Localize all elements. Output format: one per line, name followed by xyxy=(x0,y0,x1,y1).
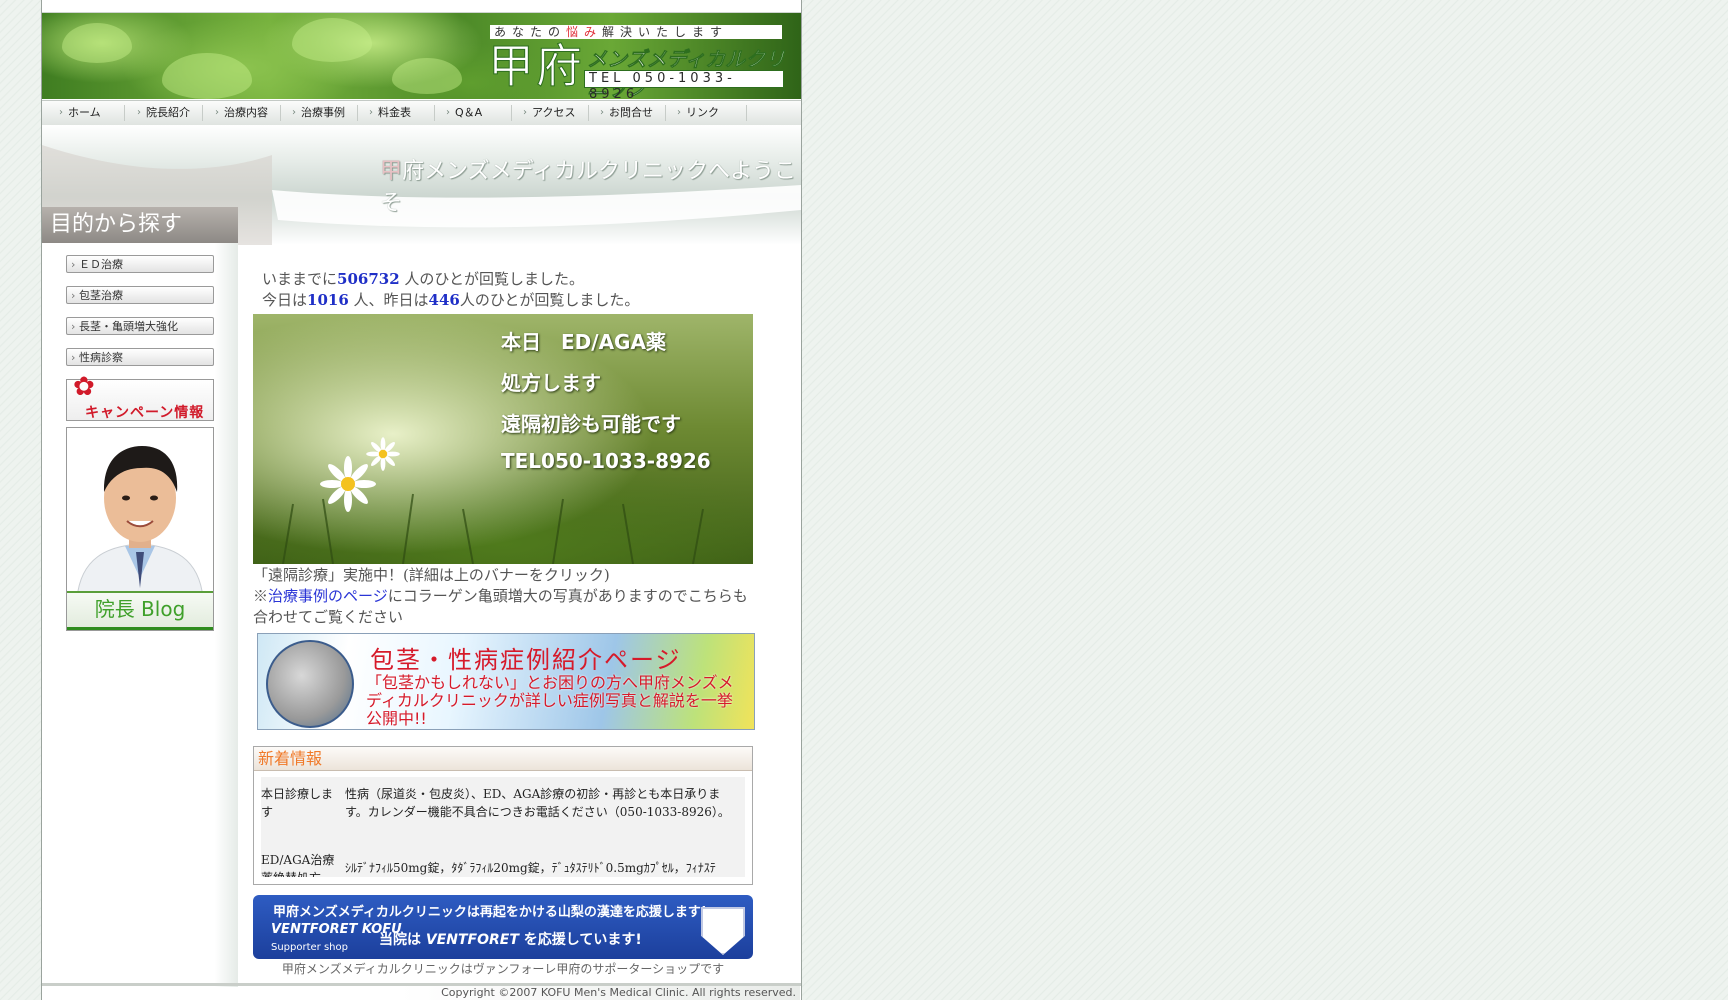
nav-treatments[interactable]: 治療内容 xyxy=(212,105,281,121)
banner-line-2: 処方します xyxy=(501,371,601,395)
nav-contact[interactable]: お問合せ xyxy=(597,105,666,121)
sidebar-item-ed[interactable]: ＥＤ治療 xyxy=(66,255,214,274)
supporter-shop-label: Supporter shop xyxy=(271,942,348,953)
main-nav: ホーム 院長紹介 治療内容 治療事例 料金表 Q＆A アクセス お問合せ リンク xyxy=(42,100,801,126)
nav-home[interactable]: ホーム xyxy=(56,105,125,121)
sidebar-item-phimosis[interactable]: 包茎治療 xyxy=(66,286,214,305)
director-blog-banner[interactable]: 院長 Blog xyxy=(66,427,214,631)
remote-consultation-banner[interactable]: 本日 ED/AGA薬 処方します 遠隔初診も可能です TEL050-1033-8… xyxy=(253,314,753,564)
campaign-label: キャンペーン情報 xyxy=(85,405,205,421)
ventforet-banner-main: 当院は VENTFORET を応援しています! xyxy=(379,932,642,948)
nav-links[interactable]: リンク xyxy=(674,105,747,121)
visitor-counter-total: いままでに506732 人のひとが回覧しました。 xyxy=(262,270,584,288)
sidebar-item-enlargement[interactable]: 長茎・亀頭増大強化 xyxy=(66,317,214,336)
leaf-decoration xyxy=(392,58,462,94)
banner-line-3: 遠隔初診も可能です xyxy=(501,412,681,436)
nav-director[interactable]: 院長紹介 xyxy=(134,105,203,121)
news-text: ｼﾙﾃﾞﾅﾌｨﾙ50mg錠，ﾀﾀﾞﾗﾌｨﾙ20mg錠，ﾃﾞｭﾀｽﾃﾘﾄﾞ0.5m… xyxy=(345,861,716,875)
ventforet-supporter-banner[interactable]: 甲府メンズメディカルクリニックは再起をかける山梨の漢達を応援します! VENTF… xyxy=(253,895,753,959)
header-tagline: あなたの悩み解決いたします xyxy=(490,25,782,39)
logo-kanji[interactable]: 甲府 xyxy=(488,41,584,92)
campaign-button[interactable]: ✿ キャンペーン情報 xyxy=(66,374,214,421)
leaf-decoration xyxy=(292,18,372,62)
phimosis-cases-banner[interactable]: 包茎・性病症例紹介ページ 「包茎かもしれない」とお困りの方へ甲府メンズメディカル… xyxy=(257,633,755,730)
visitor-counter-today: 今日は1016 人、昨日は446人のひとが回覧しました。 xyxy=(262,291,640,309)
ribbon-icon: ✿ xyxy=(73,372,95,402)
ventforet-banner-headline: 甲府メンズメディカルクリニックは再起をかける山梨の漢達を応援します! xyxy=(273,905,707,920)
notice-line-1: 「遠隔診療」実施中！(詳細は上のバナーをクリック) xyxy=(253,566,610,584)
ventforet-caption: 甲府メンズメディカルクリニックはヴァンフォーレ甲府のサポーターショップです xyxy=(281,962,725,976)
phimosis-banner-title: 包茎・性病症例紹介ページ xyxy=(370,646,682,674)
nav-access[interactable]: アクセス xyxy=(520,105,589,121)
cases-page-link[interactable]: 治療事例のページ xyxy=(268,587,388,605)
leaf-decoration xyxy=(162,53,252,99)
notice-line-2: ※治療事例のページにコラーゲン亀頭増大の写真がありますのでこちらも合わせてご覧く… xyxy=(253,587,748,626)
nav-faq[interactable]: Q＆A xyxy=(443,105,512,121)
clinic-photo-icon xyxy=(266,640,354,728)
banner-line-1: 本日 ED/AGA薬 xyxy=(501,330,666,354)
phimosis-banner-subtitle: 「包茎かもしれない」とお困りの方へ甲府メンズメディカルクリニックが詳しい症例写真… xyxy=(366,673,734,728)
news-item: 本日診療します 性病（尿道炎・包皮炎）、ED、AGA診療の初診・再診とも本日承り… xyxy=(261,785,745,839)
banner-phone: TEL050-1033-8926 xyxy=(501,449,711,473)
leaf-decoration xyxy=(62,23,132,63)
doctor-portrait xyxy=(67,428,213,599)
nav-fees[interactable]: 料金表 xyxy=(366,105,435,121)
news-heading: 新着情報 xyxy=(254,747,752,771)
blog-label: 院長 Blog xyxy=(67,591,213,630)
team-crest-icon xyxy=(701,907,745,955)
sidebar-item-std[interactable]: 性病診察 xyxy=(66,348,214,367)
header-phone: TEL 050-1033-8926 xyxy=(584,70,784,99)
welcome-heading: 甲府メンズメディカルクリニックへようこそ xyxy=(380,159,797,216)
notice-text: 「遠隔診療」実施中！(詳細は上のバナーをクリック) ※治療事例のページにコラーゲ… xyxy=(253,565,753,628)
site-header: あなたの悩み解決いたします 甲府 メンズメディカルクリニック TEL 050-1… xyxy=(42,13,801,99)
sidebar-title: 目的から探す xyxy=(42,207,238,243)
nav-cases[interactable]: 治療事例 xyxy=(289,105,358,121)
news-item: ED/AGA治療薬絶替処方 ｼﾙﾃﾞﾅﾌｨﾙ50mg錠，ﾀﾀﾞﾗﾌｨﾙ20mg錠… xyxy=(261,851,745,877)
news-date: 本日診療します xyxy=(261,787,334,819)
page-container: あなたの悩み解決いたします 甲府 メンズメディカルクリニック TEL 050-1… xyxy=(41,0,802,1000)
news-text: 性病（尿道炎・包皮炎）、ED、AGA診療の初診・再診とも本日承ります。カレンダー… xyxy=(345,787,730,819)
copyright: Copyright ©2007 KOFU Men's Medical Clini… xyxy=(400,986,800,1000)
news-list[interactable]: 本日診療します 性病（尿道炎・包皮炎）、ED、AGA診療の初診・再診とも本日承り… xyxy=(261,777,745,877)
news-panel: 新着情報 本日診療します 性病（尿道炎・包皮炎）、ED、AGA診療の初診・再診と… xyxy=(253,746,753,885)
news-date: ED/AGA治療薬絶替処方 xyxy=(261,853,335,877)
top-strip xyxy=(42,0,801,13)
